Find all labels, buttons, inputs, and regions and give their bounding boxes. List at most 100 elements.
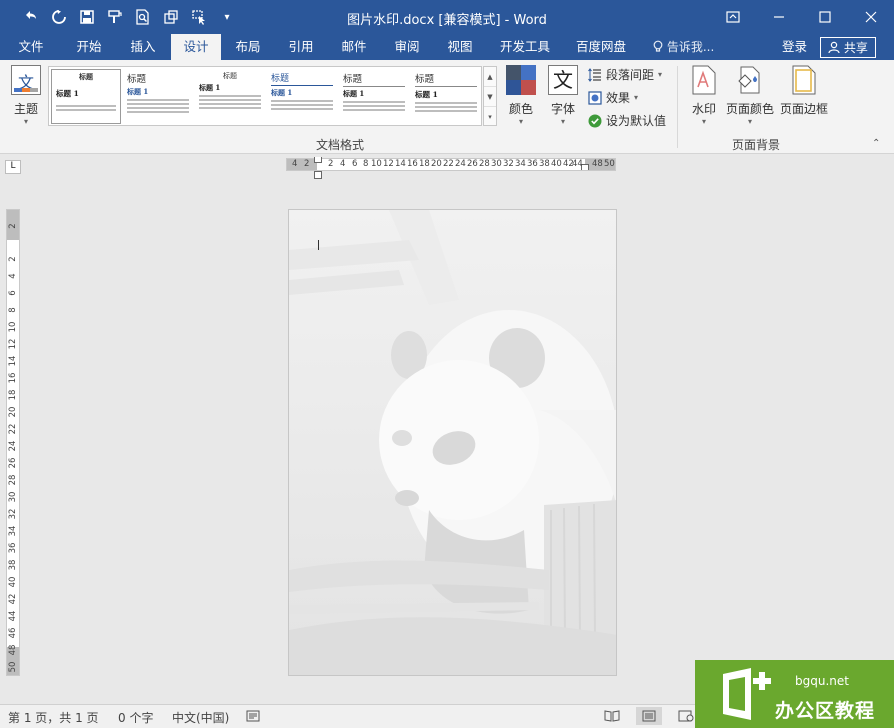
watermark-icon: [692, 65, 716, 95]
tab-file[interactable]: 文件: [12, 34, 50, 60]
document-page[interactable]: [288, 209, 617, 676]
language-status[interactable]: 中文(中国): [172, 709, 229, 726]
print-preview-icon[interactable]: [132, 6, 154, 28]
ruler-tick-label: 10: [371, 159, 382, 169]
ruler-tick-label: 44: [8, 610, 18, 622]
ruler-tick-label: 4: [340, 159, 346, 169]
gallery-up-icon[interactable]: ▲: [484, 67, 496, 87]
print-layout-icon[interactable]: [636, 707, 662, 725]
horizontal-ruler[interactable]: 4 2 2 4 6 8 10 12 14 16 18 20 22 24 26 2…: [286, 157, 616, 179]
close-icon[interactable]: [848, 0, 894, 34]
format-painter-icon[interactable]: [104, 6, 126, 28]
ruler-tick-label: 36: [527, 159, 538, 169]
watermark-button[interactable]: 水印 ▾: [686, 65, 722, 126]
word-count-status[interactable]: 0 个字: [118, 709, 153, 726]
page-color-icon: [735, 65, 765, 95]
style-heading: 标题: [223, 72, 237, 80]
themes-button[interactable]: 文 主题 ▾: [6, 65, 46, 126]
style-heading: 标题: [79, 72, 93, 81]
tab-developer[interactable]: 开发工具: [492, 34, 558, 60]
tab-selector[interactable]: L: [5, 160, 21, 174]
gallery-more-icon[interactable]: ▾: [484, 107, 496, 127]
text-cursor: [318, 240, 319, 250]
style-heading: 标题: [415, 74, 435, 85]
watermark-image: [289, 210, 616, 675]
macro-record-icon[interactable]: [246, 710, 260, 725]
style-set-item[interactable]: 标题 标题 1: [411, 69, 481, 124]
set-as-default-label: 设为默认值: [606, 114, 667, 128]
tab-home[interactable]: 开始: [66, 34, 112, 60]
ruler-tick-label: 16: [8, 372, 18, 384]
style-set-item[interactable]: 标题 标题 1: [51, 69, 121, 124]
page-count-status[interactable]: 第 1 页，共 1 页: [8, 709, 99, 726]
tab-design[interactable]: 设计: [171, 34, 221, 60]
style-subheading: 标题 1: [127, 87, 149, 96]
office-logo-icon: [723, 668, 771, 720]
style-subheading: 标题 1: [271, 88, 293, 97]
check-circle-icon: [588, 114, 602, 127]
ruler-tick-label: 44: [572, 159, 583, 169]
effects-button[interactable]: 效果 ▾: [588, 89, 638, 106]
first-line-indent-marker[interactable]: [314, 157, 322, 163]
redo-icon[interactable]: [48, 6, 70, 28]
undo-icon[interactable]: [20, 6, 42, 28]
tab-mailings[interactable]: 邮件: [332, 34, 376, 60]
minimize-icon[interactable]: [756, 0, 802, 34]
tab-insert[interactable]: 插入: [120, 34, 166, 60]
restore-ribbon-icon[interactable]: [710, 0, 756, 34]
tab-baidu-netdisk[interactable]: 百度网盘: [568, 34, 634, 60]
ruler-tick-label: 6: [352, 159, 358, 169]
tab-layout[interactable]: 布局: [226, 34, 270, 60]
customize-qat-icon[interactable]: ▾: [216, 6, 238, 28]
site-logo: bgqu.net 办公区教程: [695, 660, 894, 728]
tab-view[interactable]: 视图: [438, 34, 482, 60]
site-name: 办公区教程: [775, 700, 876, 722]
ruler-tick-label: 2: [8, 223, 18, 229]
set-as-default-button[interactable]: 设为默认值: [588, 112, 666, 129]
title-bar: ▾ 图片水印.docx [兼容模式] - Word: [0, 0, 894, 34]
tell-me-box[interactable]: 告诉我...: [653, 34, 714, 60]
ruler-tick-label: 2: [328, 159, 334, 169]
tab-references[interactable]: 引用: [279, 34, 323, 60]
share-button[interactable]: 共享: [820, 37, 876, 58]
ruler-tick-label: 32: [503, 159, 514, 169]
fonts-button[interactable]: 文 字体 ▾: [546, 65, 580, 126]
style-heading: 标题: [127, 74, 147, 85]
save-icon[interactable]: [76, 6, 98, 28]
site-url: bgqu.net: [795, 674, 849, 688]
web-layout-icon[interactable]: [678, 710, 694, 725]
colors-button[interactable]: 颜色 ▾: [504, 65, 538, 126]
style-subheading: 标题 1: [199, 83, 221, 92]
ruler-tick-label: 18: [419, 159, 430, 169]
page-borders-button[interactable]: 页面边框: [778, 65, 830, 117]
style-set-item[interactable]: 标题 标题 1: [267, 69, 337, 124]
vertical-ruler[interactable]: 2 2 4 6 8 10 12 14 16 18 20 22 24 26 28 …: [6, 209, 20, 676]
read-mode-icon[interactable]: [604, 710, 620, 725]
ruler-tick-label: 8: [363, 159, 369, 169]
ruler-tick-label: 24: [8, 440, 18, 452]
gallery-down-icon[interactable]: ▼: [484, 87, 496, 107]
themes-label: 主题: [13, 102, 38, 116]
ruler-tick-label: 40: [551, 159, 562, 169]
ruler-tick-label: 22: [8, 423, 18, 435]
style-set-item[interactable]: 标题 标题 1: [123, 69, 193, 124]
style-set-gallery[interactable]: 标题 标题 1 标题 标题 1 标题 标题 1 标题 标题 1 标题 标题 1 …: [48, 66, 482, 126]
style-set-item[interactable]: 标题 标题 1: [339, 69, 409, 124]
style-set-item[interactable]: 标题 标题 1: [195, 69, 265, 124]
left-indent-marker[interactable]: [314, 171, 322, 179]
page-borders-label: 页面边框: [779, 102, 828, 116]
insert-icon[interactable]: [160, 6, 182, 28]
collapse-ribbon-icon[interactable]: ⌃: [872, 138, 880, 149]
page-color-button[interactable]: 页面颜色 ▾: [724, 65, 776, 126]
ruler-tick-label: 46: [8, 627, 18, 639]
ruler-tick-label: 14: [8, 355, 18, 367]
ruler-tick-label: 20: [431, 159, 442, 169]
ruler-tick-label: 30: [8, 491, 18, 503]
fonts-label: 字体: [550, 102, 575, 116]
paragraph-spacing-button[interactable]: 段落间距 ▾: [588, 66, 662, 83]
lightbulb-icon: [653, 40, 663, 52]
tab-review[interactable]: 审阅: [385, 34, 429, 60]
select-icon[interactable]: [188, 6, 210, 28]
login-link[interactable]: 登录: [782, 34, 807, 60]
maximize-icon[interactable]: [802, 0, 848, 34]
